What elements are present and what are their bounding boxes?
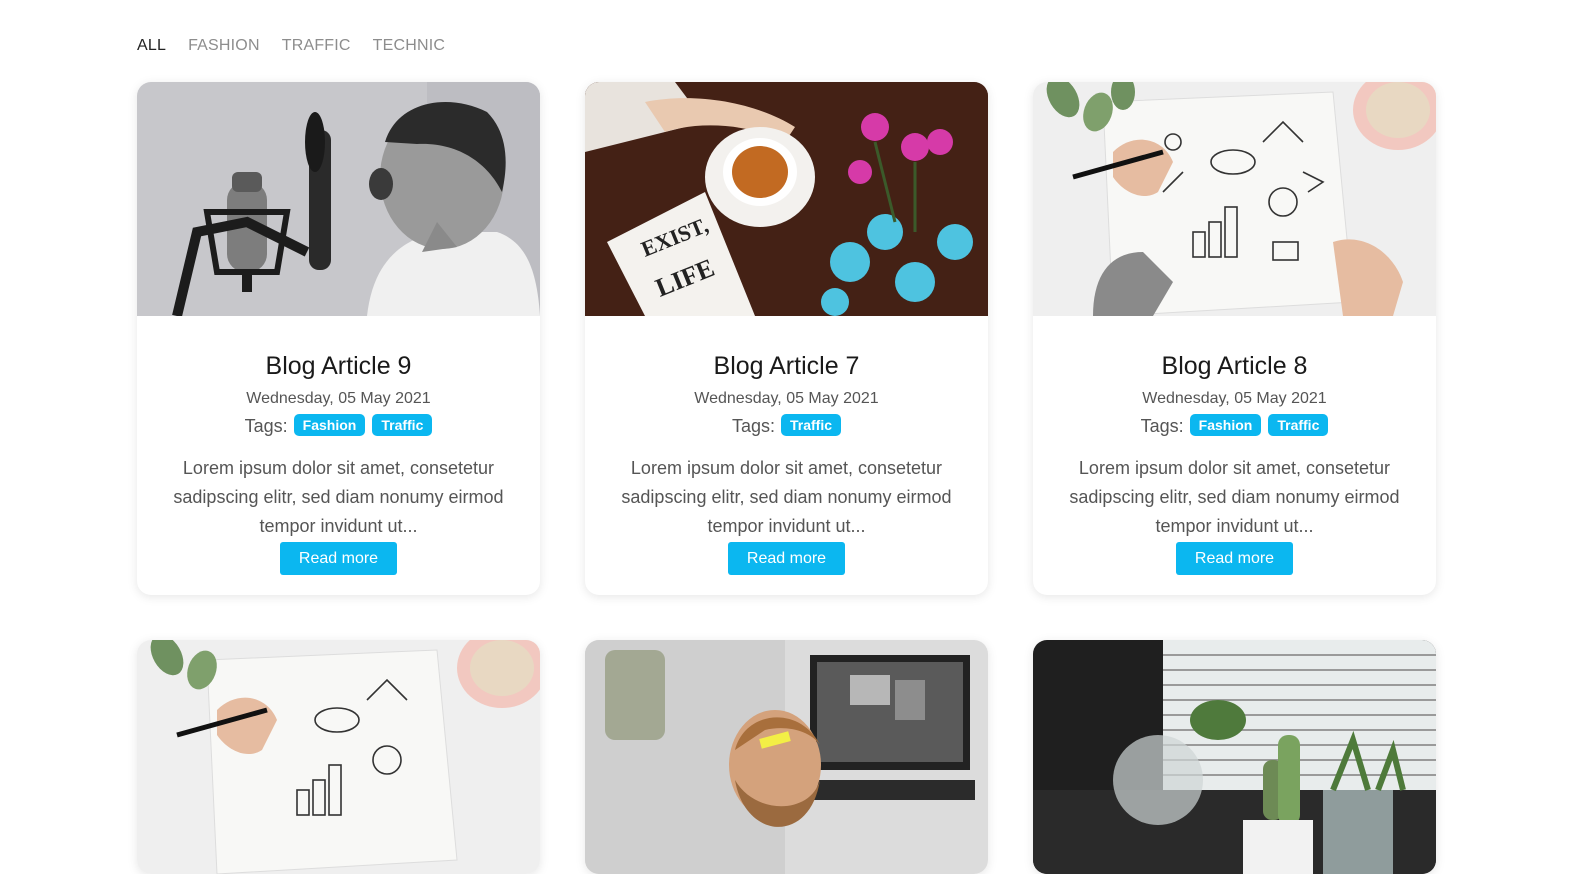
tag-badge[interactable]: Traffic <box>372 414 433 436</box>
read-more-button[interactable]: Read more <box>727 542 846 575</box>
article-date: Wednesday, 05 May 2021 <box>246 390 431 407</box>
cactus-plants-window-blinds-photo <box>1033 640 1436 874</box>
filter-fashion[interactable]: FASHION <box>188 36 260 56</box>
tag-badge[interactable]: Fashion <box>293 414 366 436</box>
blog-card <box>585 640 988 874</box>
filter-all[interactable]: ALL <box>137 36 166 56</box>
article-thumbnail[interactable] <box>1033 82 1436 316</box>
blog-card-grid: Blog Article 9 Wednesday, 05 May 2021 Ta… <box>137 82 1436 874</box>
tag-badge[interactable]: Fashion <box>1189 414 1262 436</box>
article-title[interactable]: Blog Article 7 <box>615 351 958 381</box>
article-title[interactable]: Blog Article 8 <box>1063 351 1406 381</box>
hands-drawing-business-doodles-photo <box>1033 82 1436 316</box>
article-thumbnail[interactable]: EXIST, LIFE <box>585 82 988 316</box>
coffee-flowers-notebook-photo: EXIST, LIFE <box>585 82 988 316</box>
article-excerpt: Lorem ipsum dolor sit amet, consetetur s… <box>621 458 952 536</box>
boy-singing-microphone-photo <box>137 82 540 316</box>
filter-traffic[interactable]: TRAFFIC <box>282 36 351 56</box>
filter-technic[interactable]: TECHNIC <box>373 36 446 56</box>
article-date: Wednesday, 05 May 2021 <box>1142 390 1327 407</box>
article-tags: Tags: Fashion Traffic <box>1063 414 1406 438</box>
tags-label: Tags: <box>244 416 288 436</box>
article-title[interactable]: Blog Article 9 <box>167 351 510 381</box>
article-thumbnail[interactable] <box>137 82 540 316</box>
blog-card <box>1033 640 1436 874</box>
article-excerpt: Lorem ipsum dolor sit amet, consetetur s… <box>173 458 504 536</box>
article-thumbnail[interactable] <box>585 640 988 874</box>
read-more-button[interactable]: Read more <box>279 542 398 575</box>
tag-badge[interactable]: Traffic <box>1268 414 1329 436</box>
read-more-button[interactable]: Read more <box>1175 542 1294 575</box>
article-thumbnail[interactable] <box>137 640 540 874</box>
category-filter-bar: ALL FASHION TRAFFIC TECHNIC <box>137 36 467 56</box>
article-excerpt: Lorem ipsum dolor sit amet, consetetur s… <box>1069 458 1400 536</box>
smiling-man-office-computer-photo <box>585 640 988 874</box>
article-thumbnail[interactable] <box>1033 640 1436 874</box>
article-tags: Tags: Fashion Traffic <box>167 414 510 438</box>
blog-card: Blog Article 8 Wednesday, 05 May 2021 Ta… <box>1033 82 1436 595</box>
hands-drawing-business-doodles-photo <box>137 640 540 874</box>
tag-badge[interactable]: Traffic <box>781 414 842 436</box>
article-date: Wednesday, 05 May 2021 <box>694 390 879 407</box>
article-tags: Tags: Traffic <box>615 414 958 438</box>
tags-label: Tags: <box>731 416 775 436</box>
tags-label: Tags: <box>1140 416 1184 436</box>
blog-card: Blog Article 9 Wednesday, 05 May 2021 Ta… <box>137 82 540 595</box>
blog-card: EXIST, LIFE Blog Article 7 Wednesday, 05… <box>585 82 988 595</box>
blog-card <box>137 640 540 874</box>
